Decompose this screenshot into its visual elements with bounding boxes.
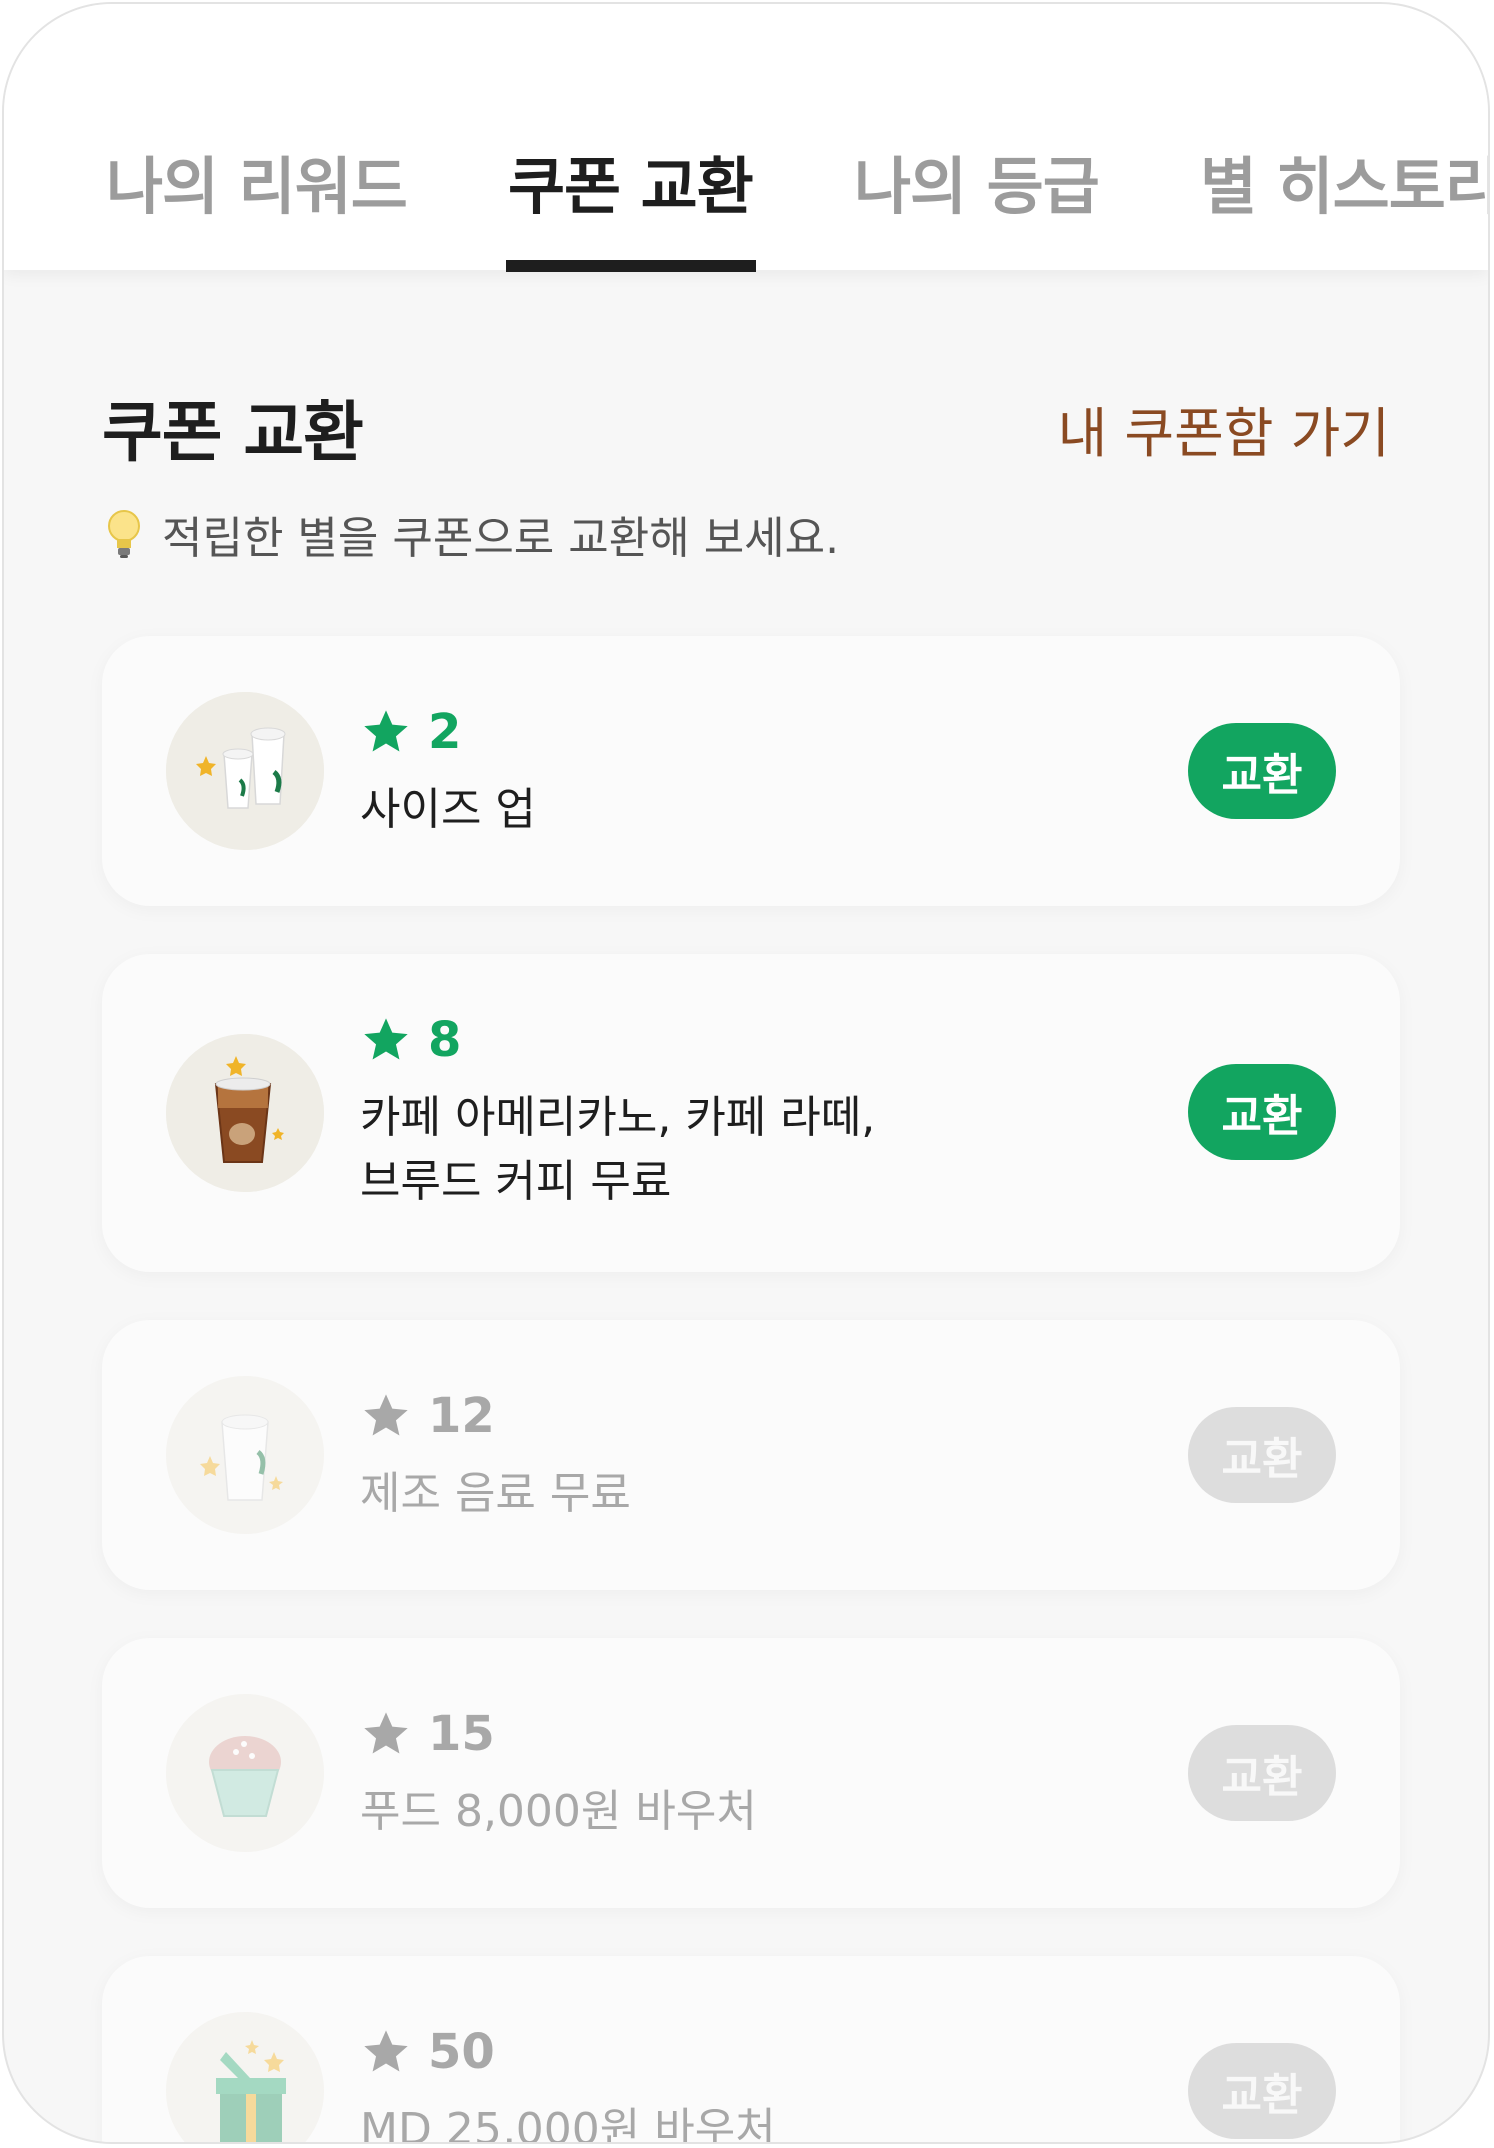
cupcake-icon [166, 1694, 324, 1852]
exchange-button[interactable]: 교환 [1188, 1064, 1336, 1160]
active-tab-indicator [506, 260, 756, 272]
star-icon [360, 1390, 412, 1442]
star-count: 12 [428, 1388, 495, 1444]
section-title: 쿠폰 교환 [102, 394, 364, 471]
star-icon [360, 1708, 412, 1760]
coupon-name: 카페 아메리카노, 카페 라떼, 브루드 커피 무료 [360, 1086, 1080, 1214]
exchange-button[interactable]: 교환 [1188, 1725, 1336, 1821]
star-count: 15 [428, 1706, 495, 1762]
tab-star-history[interactable]: 별 히스토리 [1200, 136, 1488, 226]
coupon-card-size-up: 2 사이즈 업 교환 [102, 636, 1400, 906]
exchange-button[interactable]: 교환 [1188, 2043, 1336, 2139]
gift-box-icon [166, 2012, 324, 2142]
exchange-button[interactable]: 교환 [1188, 1407, 1336, 1503]
star-icon [360, 1014, 412, 1066]
coupon-name: MD 25,000원 바우처 [360, 2104, 776, 2144]
phone-frame: 나의 리워드 쿠폰 교환 나의 등급 별 히스토리 쿠폰 교환 내 쿠폰함 가기… [2, 2, 1490, 2144]
star-cost: 2 [360, 704, 461, 760]
coupon-name-line-2: 브루드 커피 무료 [360, 1156, 672, 1207]
coupon-card-food-voucher: 15 푸드 8,000원 바우처 교환 [102, 1638, 1400, 1908]
star-cost: 8 [360, 1012, 461, 1068]
hint-label: 적립한 별을 쿠폰으로 교환해 보세요. [162, 513, 840, 564]
my-coupon-box-link[interactable]: 내 쿠폰함 가기 [1058, 389, 1390, 468]
tab-my-rewards[interactable]: 나의 리워드 [106, 136, 408, 226]
star-count: 50 [428, 2024, 495, 2080]
coupon-card-md-voucher: 50 MD 25,000원 바우처 교환 [102, 1956, 1400, 2144]
size-up-cups-icon [166, 692, 324, 850]
hint-text: 적립한 별을 쿠폰으로 교환해 보세요. [104, 502, 839, 566]
coupon-name: 제조 음료 무료 [360, 1468, 631, 1519]
beverage-cup-icon [166, 1376, 324, 1534]
star-cost: 15 [360, 1706, 495, 1762]
star-count: 8 [428, 1012, 462, 1068]
star-icon [360, 706, 412, 758]
light-bulb-icon [104, 508, 144, 560]
coupon-card-free-beverage: 12 제조 음료 무료 교환 [102, 1320, 1400, 1590]
tab-bar: 나의 리워드 쿠폰 교환 나의 등급 별 히스토리 [4, 4, 1488, 272]
exchange-button[interactable]: 교환 [1188, 723, 1336, 819]
tab-coupon-exchange[interactable]: 쿠폰 교환 [508, 136, 754, 226]
coupon-name: 푸드 8,000원 바우처 [360, 1786, 757, 1837]
star-cost: 50 [360, 2024, 495, 2080]
coupon-name: 사이즈 업 [360, 784, 536, 835]
coupon-card-americano-latte: 8 카페 아메리카노, 카페 라떼, 브루드 커피 무료 교환 [102, 954, 1400, 1272]
tab-my-grade[interactable]: 나의 등급 [854, 136, 1100, 226]
coupon-name-line-1: 카페 아메리카노, 카페 라떼, [360, 1092, 876, 1143]
iced-coffee-icon [166, 1034, 324, 1192]
star-icon [360, 2026, 412, 2078]
star-count: 2 [428, 704, 462, 760]
star-cost: 12 [360, 1388, 495, 1444]
